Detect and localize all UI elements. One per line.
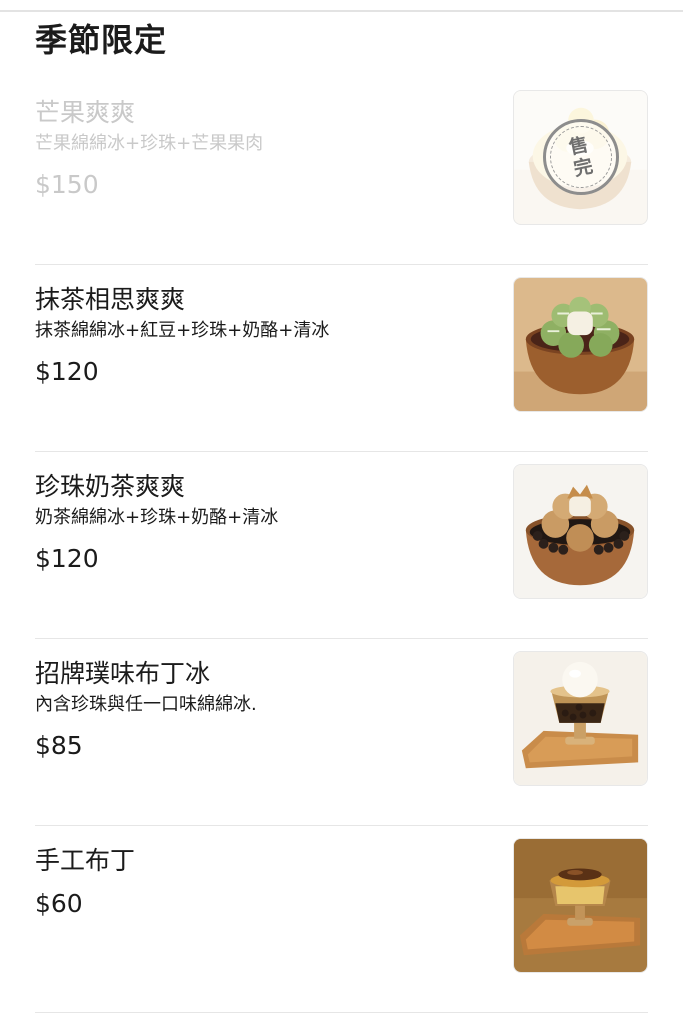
menu-item-custard-pudding[interactable]: 手工布丁 $60 [35,826,648,1013]
custard-pudding-icon [514,839,647,972]
item-description: 內含珍珠與任一口味綿綿冰. [35,694,257,715]
item-image[interactable]: 售完 [513,90,648,225]
item-name: 珍珠奶茶爽爽 [35,472,186,501]
item-image[interactable] [513,277,648,412]
item-description: 抹茶綿綿冰+紅豆+珍珠+奶酪+清冰 [35,320,330,341]
sold-out-badge: 售完 [543,119,619,195]
item-price: $60 [35,889,83,918]
matcha-shaved-ice-icon [514,278,647,411]
item-name: 招牌璞味布丁冰 [35,659,211,688]
sold-out-label: 售完 [567,133,595,181]
item-price: $85 [35,731,83,760]
menu-item-mango[interactable]: 芒果爽爽 芒果綿綿冰+珍珠+芒果果肉 $150 售完 [35,78,648,265]
item-price: $150 [35,170,99,199]
item-image[interactable] [513,464,648,599]
item-price: $120 [35,544,99,573]
menu-item-milk-tea[interactable]: 珍珠奶茶爽爽 奶茶綿綿冰+珍珠+奶酪+清冰 $120 [35,452,648,639]
section-title: 季節限定 [35,21,168,59]
menu-item-info: 珍珠奶茶爽爽 奶茶綿綿冰+珍珠+奶酪+清冰 $120 [35,470,485,576]
menu-item-info: 抹茶相思爽爽 抹茶綿綿冰+紅豆+珍珠+奶酪+清冰 $120 [35,283,485,389]
item-image[interactable] [513,838,648,973]
item-name: 手工布丁 [35,846,136,875]
item-name: 抹茶相思爽爽 [35,285,186,314]
menu-list: 芒果爽爽 芒果綿綿冰+珍珠+芒果果肉 $150 售完 抹茶相思爽爽 抹茶綿綿冰+… [0,78,683,1013]
menu-item-info: 芒果爽爽 芒果綿綿冰+珍珠+芒果果肉 $150 [35,96,485,202]
top-divider [0,10,683,12]
pudding-ice-cup-icon [514,652,647,785]
item-description: 奶茶綿綿冰+珍珠+奶酪+清冰 [35,507,279,528]
menu-item-info: 招牌璞味布丁冰 內含珍珠與任一口味綿綿冰. $85 [35,657,485,763]
item-name: 芒果爽爽 [35,98,136,127]
item-price: $120 [35,357,99,386]
menu-item-info: 手工布丁 $60 [35,844,485,921]
item-image[interactable] [513,651,648,786]
milk-tea-shaved-ice-icon [514,465,647,598]
menu-item-matcha[interactable]: 抹茶相思爽爽 抹茶綿綿冰+紅豆+珍珠+奶酪+清冰 $120 [35,265,648,452]
menu-item-pudding-ice[interactable]: 招牌璞味布丁冰 內含珍珠與任一口味綿綿冰. $85 [35,639,648,826]
item-description: 芒果綿綿冰+珍珠+芒果果肉 [35,133,264,154]
